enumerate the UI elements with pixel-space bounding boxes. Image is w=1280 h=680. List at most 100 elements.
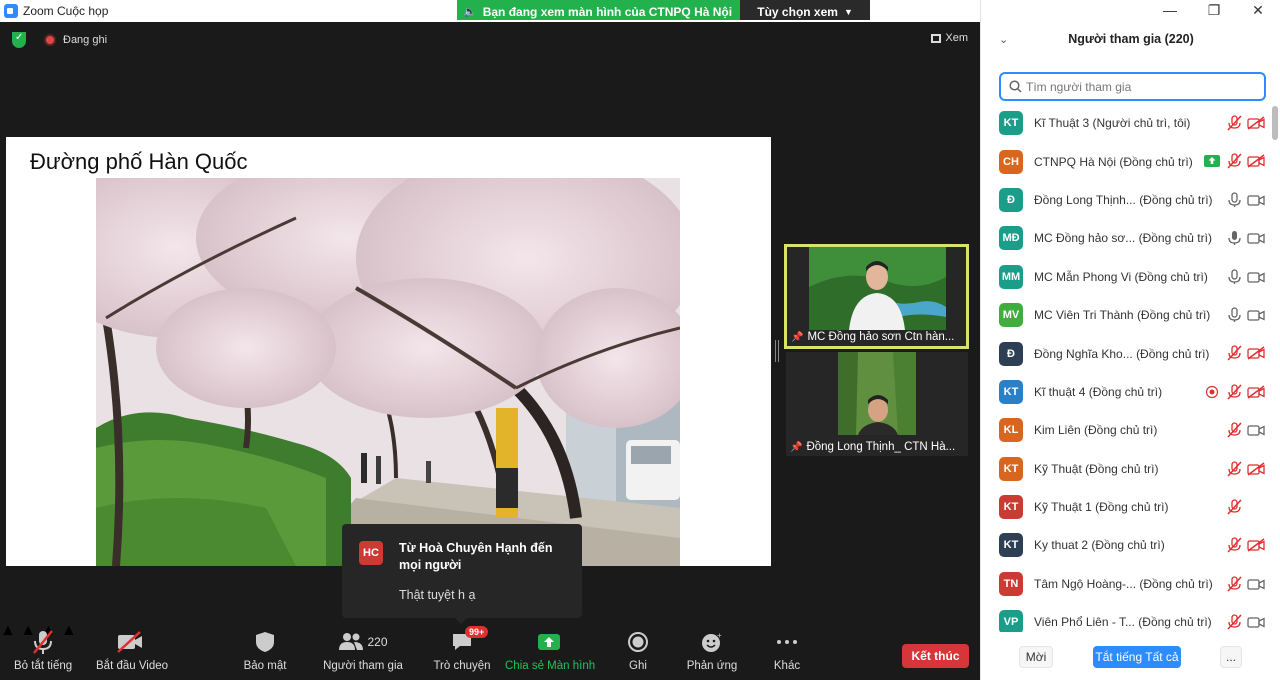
- scrollbar-thumb[interactable]: [1272, 106, 1278, 140]
- participant-name: Ky thuat 2 (Đồng chủ trì): [1034, 538, 1165, 553]
- camera-icon: [1245, 193, 1267, 207]
- panel-resize-handle[interactable]: [775, 340, 779, 362]
- mic-muted-icon: [1223, 576, 1245, 592]
- restore-button[interactable]: ❐: [1192, 0, 1236, 22]
- participant-row[interactable]: MM MC Mẫn Phong Vi (Đồng chủ trì): [981, 258, 1271, 296]
- mic-muted-icon: [1223, 614, 1245, 630]
- video-tile-speaker[interactable]: 📌 MC Đồng hảo sơn Ctn hàn...: [784, 244, 969, 349]
- participant-avatar: KL: [999, 418, 1023, 443]
- participant-row[interactable]: VP Viên Phổ Liên - T... (Đồng chủ trì): [981, 603, 1271, 632]
- camera-icon: [1245, 270, 1267, 284]
- mute-button[interactable]: Bỏ tắt tiếng: [14, 628, 72, 672]
- chat-unread-badge: 99+: [465, 626, 489, 638]
- security-shield-icon: [243, 628, 287, 656]
- chat-bubble-icon: 99+: [433, 626, 491, 656]
- street-illustration: [96, 178, 680, 566]
- participant-row[interactable]: KT Kĩ thuật 4 (Đồng chủ trì): [981, 373, 1271, 411]
- participant-name: MC Đồng hảo sơ... (Đồng chủ trì): [1034, 231, 1212, 246]
- participant-name: CTNPQ Hà Nội (Đồng chủ trì): [1034, 154, 1193, 169]
- participant-name: MC Viên Tri Thành (Đồng chủ trì): [1034, 308, 1211, 323]
- participant-avatar: KT: [999, 533, 1023, 558]
- mute-all-button[interactable]: Tắt tiếng Tất cả: [1093, 646, 1181, 668]
- reactions-button[interactable]: + Phản ứng: [686, 628, 738, 672]
- chat-sender: Từ Hoà Chuyên Hạnh đến mọi người: [399, 541, 553, 572]
- recording-label: Đang ghi: [63, 34, 108, 46]
- tile-name-label: 📌 MC Đồng hảo sơn Ctn hàn...: [791, 331, 955, 343]
- close-button[interactable]: ✕: [1236, 0, 1280, 22]
- mic-muted-icon: [1223, 384, 1245, 400]
- chat-notification[interactable]: HC Từ Hoà Chuyên Hạnh đến mọi người Thật…: [342, 524, 582, 624]
- search-icon: [1009, 80, 1022, 93]
- screen-share-banner: 🔈 Bạn đang xem màn hình của CTNPQ Hà Nội…: [457, 0, 871, 20]
- chat-message: Thật tuyệt h ạ: [399, 588, 476, 602]
- participant-name: Kim Liên (Đồng chủ trì): [1034, 423, 1158, 438]
- mic-muted-icon: [1223, 499, 1245, 515]
- invite-button[interactable]: Mời: [1019, 646, 1053, 668]
- participant-avatar: TN: [999, 571, 1023, 596]
- participant-avatar: KT: [999, 111, 1023, 136]
- participants-title: Người tham gia (220): [1068, 32, 1194, 46]
- participant-status-icons: [1223, 450, 1267, 488]
- participant-status-icons: [1201, 373, 1267, 411]
- camera-off-icon: [1245, 538, 1267, 552]
- mic-icon: [1223, 268, 1245, 285]
- record-icon: [623, 628, 653, 656]
- participant-list: KT Kĩ Thuật 3 (Người chủ trì, tôi) CH CTNPQ…: [981, 104, 1271, 632]
- security-button[interactable]: Bảo mật: [243, 628, 287, 672]
- mic-muted-icon: [1223, 345, 1245, 361]
- participant-name: Đồng Long Thịnh... (Đồng chủ trì): [1034, 192, 1213, 207]
- participant-list-scrollbar[interactable]: [1272, 104, 1278, 632]
- start-video-button[interactable]: Bắt đầu Video: [96, 628, 168, 672]
- video-off-icon: [96, 628, 164, 656]
- encryption-shield-icon[interactable]: [12, 32, 26, 48]
- speaker-icon: 🔈: [463, 6, 477, 18]
- mic-muted-icon: [1223, 460, 1245, 477]
- speaker-video: [809, 247, 946, 330]
- participant-row[interactable]: KT Kỹ Thuật 1 (Đồng chủ trì): [981, 488, 1271, 526]
- view-options-button[interactable]: Tùy chọn xem ▼: [740, 0, 871, 20]
- participant-video: [838, 352, 916, 435]
- pin-icon: 📌: [791, 331, 804, 343]
- participant-status-icons: [1223, 296, 1267, 334]
- more-button[interactable]: Khác: [772, 628, 802, 672]
- participant-row[interactable]: KT Ky thuat 2 (Đồng chủ trì): [981, 526, 1271, 564]
- chevron-down-icon[interactable]: ⌄: [999, 33, 1008, 46]
- cherry-blossom-street-photo: [96, 178, 680, 566]
- participant-row[interactable]: KT Kỹ Thuật (Đồng chủ trì): [981, 450, 1271, 488]
- minimize-button[interactable]: —: [1148, 0, 1192, 22]
- more-options-button[interactable]: ...: [1220, 646, 1242, 668]
- record-button[interactable]: Ghi: [623, 628, 653, 672]
- mic-muted-icon: [1223, 115, 1245, 131]
- meeting-area: Đang ghi Xem Đường phố Hàn Quốc: [0, 22, 980, 680]
- participant-row[interactable]: TN Tâm Ngộ Hoàng-... (Đồng chủ trì): [981, 565, 1271, 603]
- pin-icon: 📌: [790, 441, 803, 453]
- mic-muted-icon: [1223, 153, 1245, 169]
- participant-row[interactable]: Đ Đồng Nghĩa Kho... (Đồng chủ trì): [981, 334, 1271, 372]
- participant-row[interactable]: MV MC Viên Tri Thành (Đồng chủ trì): [981, 296, 1271, 334]
- participant-avatar: VP: [999, 610, 1023, 632]
- end-meeting-button[interactable]: Kết thúc: [902, 644, 969, 668]
- participant-row[interactable]: CH CTNPQ Hà Nội (Đồng chủ trì): [981, 142, 1271, 180]
- participant-avatar: MM: [999, 264, 1023, 289]
- speaker-video-frame: [809, 247, 946, 330]
- camera-off-icon: [1245, 154, 1267, 168]
- share-banner-text: 🔈 Bạn đang xem màn hình của CTNPQ Hà Nội: [457, 0, 741, 20]
- camera-off-icon: [1245, 385, 1267, 399]
- camera-icon: [1245, 231, 1267, 245]
- meeting-status: Đang ghi: [12, 32, 107, 48]
- participant-row[interactable]: KT Kĩ Thuật 3 (Người chủ trì, tôi): [981, 104, 1271, 142]
- share-screen-button[interactable]: Chia sẻ Màn hình: [505, 628, 595, 672]
- participants-button[interactable]: 220 Người tham gia: [323, 628, 403, 672]
- participant-name: Viên Phổ Liên - T... (Đồng chủ trì): [1034, 615, 1212, 630]
- participant-status-icons: [1223, 603, 1267, 632]
- participant-row[interactable]: MĐ MC Đồng hảo sơ... (Đồng chủ trì): [981, 219, 1271, 257]
- participant-name: Kĩ Thuật 3 (Người chủ trì, tôi): [1034, 116, 1191, 131]
- participant-search[interactable]: [999, 72, 1266, 101]
- view-button[interactable]: Xem: [931, 32, 968, 44]
- zoom-logo-icon: [4, 4, 18, 18]
- participant-row[interactable]: KL Kim Liên (Đồng chủ trì): [981, 411, 1271, 449]
- participant-row[interactable]: Đ Đồng Long Thịnh... (Đồng chủ trì): [981, 181, 1271, 219]
- video-tile-participant[interactable]: 📌 Đồng Long Thịnh_ CTN Hà...: [786, 352, 968, 456]
- search-input[interactable]: [1026, 79, 1256, 94]
- chat-button[interactable]: 99+ Trò chuyện: [433, 626, 491, 672]
